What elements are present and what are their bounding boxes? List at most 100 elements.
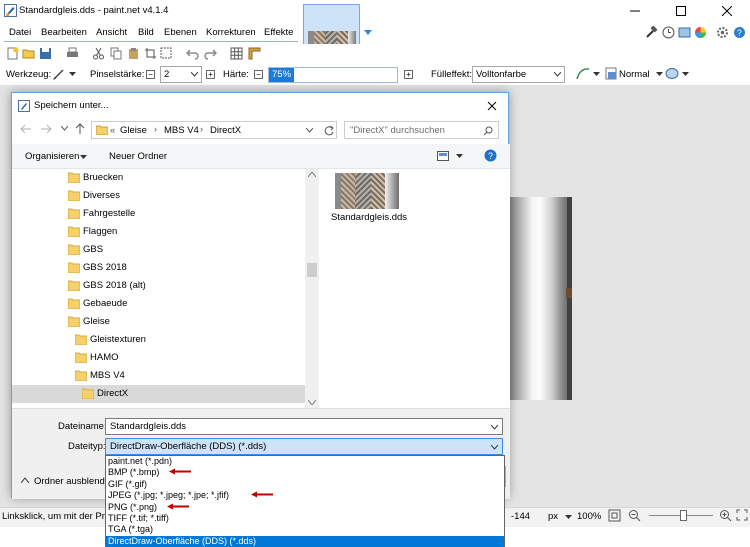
cut-icon[interactable] [92,47,105,60]
print-icon[interactable] [66,47,79,60]
tree-item[interactable]: Flaggen [12,223,305,241]
antialias-icon[interactable] [576,67,590,80]
layers-icon[interactable] [678,26,691,39]
zoom-value[interactable]: 100% [577,511,601,522]
recent-dropdown-icon[interactable] [61,126,68,131]
filetype-option[interactable]: paint.net (*.pdn) [106,456,504,467]
hardness-decrease-button[interactable]: − [254,70,263,79]
dialog-close-button[interactable] [484,98,500,114]
tree-item[interactable]: GBS 2018 [12,259,305,277]
menu-ansicht[interactable]: Ansicht [96,27,127,38]
hammer-icon[interactable] [645,26,658,39]
file-thumbnail[interactable] [335,173,399,209]
menu-bearbeiten[interactable]: Bearbeiten [41,27,87,38]
selection-mode-icon[interactable] [665,67,679,80]
help-icon[interactable]: ? [733,26,746,39]
filetype-option[interactable]: TIFF (*.tif; *.tiff) [106,513,504,524]
tree-item[interactable]: Gebaeude [12,295,305,313]
tree-item[interactable]: Gleise [12,313,305,331]
brush-tool-icon[interactable] [52,68,66,80]
deselect-icon[interactable] [160,47,173,60]
tree-item[interactable]: HAMO [12,349,305,367]
organize-dropdown-icon[interactable] [80,155,87,160]
scroll-up-icon[interactable] [308,172,316,177]
unit-selector[interactable]: px [548,511,558,522]
filename-input[interactable]: Standardgleis.dds [105,418,503,435]
tree-item[interactable]: DirectX [12,385,305,403]
tree-scrollbar[interactable] [305,169,319,408]
tree-item[interactable]: Fahrgestelle [12,205,305,223]
address-dropdown-icon[interactable] [306,128,313,133]
hide-folders-button[interactable]: Ordner ausblende [34,476,110,487]
tab-dropdown-icon[interactable] [364,30,372,36]
menu-korrekturen[interactable]: Korrekturen [206,27,256,38]
tree-item[interactable]: MBS V4 [12,367,305,385]
close-window-button[interactable] [704,0,750,22]
hardness-increase-button[interactable]: + [404,70,413,79]
open-folder-icon[interactable] [22,47,35,60]
redo-icon[interactable] [204,47,217,60]
hardness-slider[interactable]: 75% [268,67,398,83]
save-icon[interactable] [39,47,52,60]
zoom-to-window-icon[interactable] [608,509,621,522]
filetype-select[interactable]: DirectDraw-Oberfläche (DDS) (*.dds) [105,438,503,455]
filetype-option[interactable]: GIF (*.gif) [106,479,504,490]
selection-dropdown-icon[interactable] [682,72,689,77]
new-folder-button[interactable]: Neuer Ordner [109,151,167,162]
colors-icon[interactable] [694,26,707,39]
minimize-button[interactable] [612,0,658,22]
tool-dropdown-icon[interactable] [69,72,76,77]
undo-icon[interactable] [186,47,199,60]
refresh-button[interactable] [320,121,337,139]
antialias-dropdown-icon[interactable] [593,72,600,77]
breadcrumb-overflow[interactable]: « [110,125,115,136]
tree-item[interactable]: GBS [12,241,305,259]
settings-gear-icon[interactable] [716,26,729,39]
address-bar[interactable]: « Gleise › MBS V4 › DirectX [91,121,337,139]
zoom-in-icon[interactable] [719,509,732,522]
tree-item[interactable]: Bruecken [12,169,305,187]
tree-item[interactable]: GBS 2018 (alt) [12,277,305,295]
filetype-option[interactable]: DirectDraw-Oberfläche (DDS) (*.dds) [106,535,504,547]
up-arrow-icon[interactable] [75,123,85,135]
zoom-out-icon[interactable] [628,509,641,522]
menu-ebenen[interactable]: Ebenen [164,27,197,38]
filetype-option[interactable]: BMP (*.bmp) [106,467,504,478]
tree-scrollbar-thumb[interactable] [307,263,317,277]
maximize-button[interactable] [658,0,704,22]
new-image-icon[interactable] [6,47,19,60]
unit-dropdown-icon[interactable] [565,515,572,520]
filetype-option[interactable]: TGA (*.tga) [106,524,504,535]
menu-datei[interactable]: Datei [9,27,31,38]
file-item-label[interactable]: Standardgleis.dds [330,212,408,223]
paste-icon[interactable] [127,47,140,60]
breadcrumb-mbs-v4[interactable]: MBS V4 [164,125,199,136]
brush-increase-button[interactable]: + [206,70,215,79]
fill-mode-combo[interactable]: Volltonfarbe [472,66,565,83]
tree-item[interactable]: Gleistexturen [12,331,305,349]
menu-effekte[interactable]: Effekte [264,27,293,38]
filetype-option[interactable]: JPEG (*.jpg; *.jpeg; *.jpe; *.jfif) [106,490,504,501]
tree-item[interactable]: Diverses [12,187,305,205]
back-arrow-icon[interactable] [20,124,32,134]
blend-mode-icon[interactable] [605,67,617,80]
blend-mode-value[interactable]: Normal [619,69,650,80]
breadcrumb-gleise[interactable]: Gleise [120,125,147,136]
organize-button[interactable]: Organisieren [25,151,79,162]
brush-decrease-button[interactable]: − [146,70,155,79]
image-canvas[interactable] [509,197,571,400]
collapse-arrow-icon[interactable] [21,477,29,483]
copy-icon[interactable] [110,47,123,60]
crop-icon[interactable] [144,47,157,60]
menu-bild[interactable]: Bild [138,27,154,38]
help-icon[interactable]: ? [484,149,497,162]
scroll-down-icon[interactable] [308,400,316,405]
breadcrumb-directx[interactable]: DirectX [210,125,241,136]
brush-width-combo[interactable]: 2 [160,66,202,83]
fullscreen-icon[interactable] [736,509,748,521]
forward-arrow-icon[interactable] [40,124,52,134]
view-dropdown-icon[interactable] [456,154,463,159]
ruler-icon[interactable] [248,47,261,60]
view-options-icon[interactable] [437,151,449,161]
search-box[interactable]: "DirectX" durchsuchen [344,121,499,139]
